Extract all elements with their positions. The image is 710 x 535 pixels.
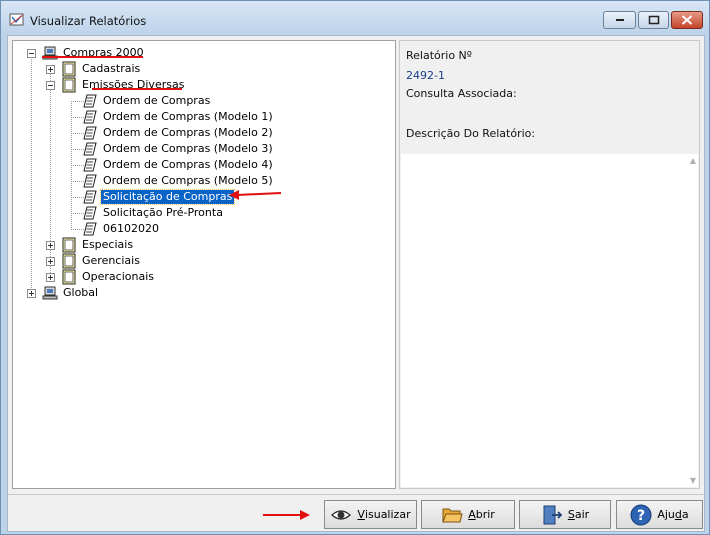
- annotation-arrow-icon: [229, 190, 282, 200]
- close-button[interactable]: [671, 11, 703, 29]
- visualizar-label-post: isualizar: [364, 508, 411, 521]
- annotation-underline: [92, 88, 182, 90]
- folder-doc-icon: [62, 77, 76, 93]
- expand-toggle[interactable]: [46, 65, 55, 74]
- tree-node-cadastrais[interactable]: Cadastrais: [61, 61, 142, 77]
- sair-label-post: air: [574, 508, 590, 521]
- annotation-arrow-icon: [263, 510, 310, 520]
- tree-label: Especiais: [82, 238, 134, 251]
- folder-doc-icon: [62, 253, 76, 269]
- scroll-up-arrow[interactable]: ▲: [690, 156, 696, 165]
- tree-label: Ordem de Compras: [103, 94, 211, 107]
- ajuda-button[interactable]: ? Aju d a: [616, 500, 703, 529]
- visualizar-accel: V: [357, 508, 365, 521]
- tree-label: Gerenciais: [82, 254, 140, 267]
- annotation-underline: [42, 56, 143, 58]
- tree-item-report[interactable]: Ordem de Compras (Modelo 1): [82, 109, 275, 125]
- report-number-label: Relatório Nº: [406, 49, 472, 62]
- computer-icon: [42, 46, 58, 60]
- tree-item-report[interactable]: Solicitação Pré-Pronta: [82, 205, 225, 221]
- expand-toggle[interactable]: [27, 289, 36, 298]
- folder-doc-icon: [62, 237, 76, 253]
- minimize-button[interactable]: [603, 11, 636, 29]
- collapse-toggle[interactable]: [46, 81, 55, 90]
- ajuda-label-pre: Aju: [657, 508, 675, 521]
- description-label: Descrição Do Relatório:: [406, 127, 536, 140]
- report-icon: [83, 222, 97, 236]
- scroll-down-arrow[interactable]: ▼: [690, 476, 696, 485]
- maximize-icon: [648, 15, 659, 25]
- abrir-button[interactable]: Abrir: [421, 500, 515, 529]
- report-icon: [83, 94, 97, 108]
- help-icon: ?: [630, 504, 652, 525]
- tree-label: Operacionais: [82, 270, 155, 283]
- tree-label: Ordem de Compras (Modelo 5): [103, 174, 273, 187]
- app-icon: [9, 13, 24, 26]
- tree-connector: [31, 53, 32, 296]
- tree-label: Ordem de Compras (Modelo 1): [103, 110, 273, 123]
- abrir-accel: A: [468, 508, 476, 521]
- collapse-toggle[interactable]: [27, 49, 36, 58]
- tree-label: Ordem de Compras (Modelo 2): [103, 126, 273, 139]
- exit-door-icon: [543, 505, 563, 524]
- tree-node-emissoes-diversas[interactable]: Emissões Diversas: [61, 77, 186, 93]
- tree-node-gerenciais[interactable]: Gerenciais: [61, 253, 142, 269]
- tree-label: 06102020: [103, 222, 159, 235]
- tree-node-compras-2000[interactable]: Compras 2000: [42, 45, 146, 61]
- tree-label: Global: [63, 286, 99, 299]
- report-icon: [83, 142, 97, 156]
- report-icon: [83, 206, 97, 220]
- tree-label: Cadastrais: [82, 62, 141, 75]
- folder-icon: [442, 508, 463, 522]
- report-icon: [83, 110, 97, 124]
- report-icon: [83, 158, 97, 172]
- tree-label: Solicitação Pré-Pronta: [103, 206, 223, 219]
- ajuda-accel: d: [674, 508, 682, 521]
- minimize-icon: [615, 19, 624, 21]
- description-box[interactable]: ▲ ▼: [401, 154, 698, 487]
- report-icon: [83, 174, 97, 188]
- report-icon: [83, 126, 97, 140]
- expand-toggle[interactable]: [46, 257, 55, 266]
- client-area: Compras 2000 Cadastrais Emissões Diversa…: [7, 35, 705, 532]
- tree-node-global[interactable]: Global: [42, 285, 100, 301]
- folder-doc-icon: [62, 61, 76, 77]
- tree-label-selected: Solicitação de Compras: [99, 189, 236, 205]
- tree-label: Ordem de Compras (Modelo 4): [103, 158, 273, 171]
- tree-item-report[interactable]: Ordem de Compras: [82, 93, 212, 109]
- close-icon: [681, 15, 693, 25]
- eye-icon: [331, 509, 352, 520]
- tree-item-report-selected[interactable]: Solicitação de Compras: [82, 189, 236, 205]
- tree-node-especiais[interactable]: Especiais: [61, 237, 135, 253]
- query-label: Consulta Associada:: [406, 87, 517, 100]
- svg-text:?: ?: [637, 508, 645, 524]
- expand-toggle[interactable]: [46, 241, 55, 250]
- report-icon: [83, 190, 97, 204]
- tree-item-report[interactable]: Ordem de Compras (Modelo 2): [82, 125, 275, 141]
- report-tree[interactable]: Compras 2000 Cadastrais Emissões Diversa…: [12, 40, 396, 489]
- report-viewer-window: Visualizar Relatórios Compras 2000 Cadas…: [0, 0, 710, 535]
- window-title: Visualizar Relatórios: [30, 14, 147, 28]
- expand-toggle[interactable]: [46, 273, 55, 282]
- tree-label: Ordem de Compras (Modelo 3): [103, 142, 273, 155]
- tree-item-report[interactable]: Ordem de Compras (Modelo 3): [82, 141, 275, 157]
- report-info-panel: Relatório Nº 2492-1 Consulta Associada: …: [399, 40, 700, 489]
- ajuda-label-post: a: [681, 508, 689, 521]
- maximize-button[interactable]: [638, 11, 669, 29]
- tree-node-operacionais[interactable]: Operacionais: [61, 269, 156, 285]
- report-number-value: 2492-1: [406, 69, 445, 82]
- sair-accel: S: [567, 508, 575, 521]
- visualizar-button[interactable]: Visualizar: [324, 500, 417, 529]
- sair-button[interactable]: Sair: [519, 500, 611, 529]
- tree-item-report[interactable]: 06102020: [82, 221, 161, 237]
- button-bar: Visualizar Abrir Sair ? Aju d a: [8, 494, 704, 531]
- title-bar[interactable]: Visualizar Relatórios: [1, 1, 709, 35]
- abrir-label-post: brir: [475, 508, 495, 521]
- tree-item-report[interactable]: Ordem de Compras (Modelo 4): [82, 157, 275, 173]
- computer-icon: [42, 286, 58, 300]
- folder-doc-icon: [62, 269, 76, 285]
